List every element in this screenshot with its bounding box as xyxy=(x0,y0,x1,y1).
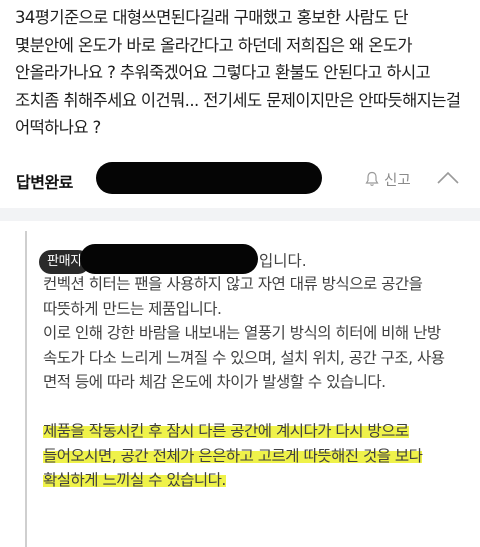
redacted-seller-name xyxy=(80,244,258,274)
report-label: 신고 xyxy=(384,172,411,189)
answer-status-label: 답변완료 xyxy=(16,173,73,192)
answer-paragraph: 컨벡션 히터는 팬을 사용하지 않고 자연 대류 방식으로 공간을 따뜻하게 만… xyxy=(43,275,423,318)
report-button[interactable]: 신고 xyxy=(365,166,411,192)
answer-paragraph-highlighted: 제품을 작동시킨 후 잠시 다른 공간에 계시다가 다시 방으로 들어오시면, … xyxy=(43,419,475,493)
redacted-author xyxy=(96,162,322,194)
highlight-marker: 제품을 작동시킨 후 잠시 다른 공간에 계시다가 다시 방으로 들어오시면, … xyxy=(43,421,423,490)
answer-paragraph: 이로 인해 강한 바람을 내보내는 열풍기 방식의 히터에 비해 난방 속도가 … xyxy=(43,324,445,392)
question-text: 34평기준으로 대형쓰면된다길래 구매했고 홍보한 사람도 단 몇분안에 온도가… xyxy=(15,8,461,137)
section-divider xyxy=(0,208,480,221)
answer-status-row: 답변완료 신고 xyxy=(0,160,480,200)
answer-body: 컨벡션 히터는 팬을 사용하지 않고 자연 대류 방식으로 공간을 따뜻하게 만… xyxy=(43,272,475,493)
chevron-up-icon[interactable] xyxy=(435,168,461,188)
answer-intro-end: 입니다. xyxy=(259,252,307,270)
answer-indent-bar xyxy=(25,231,27,547)
bell-icon xyxy=(365,171,379,186)
